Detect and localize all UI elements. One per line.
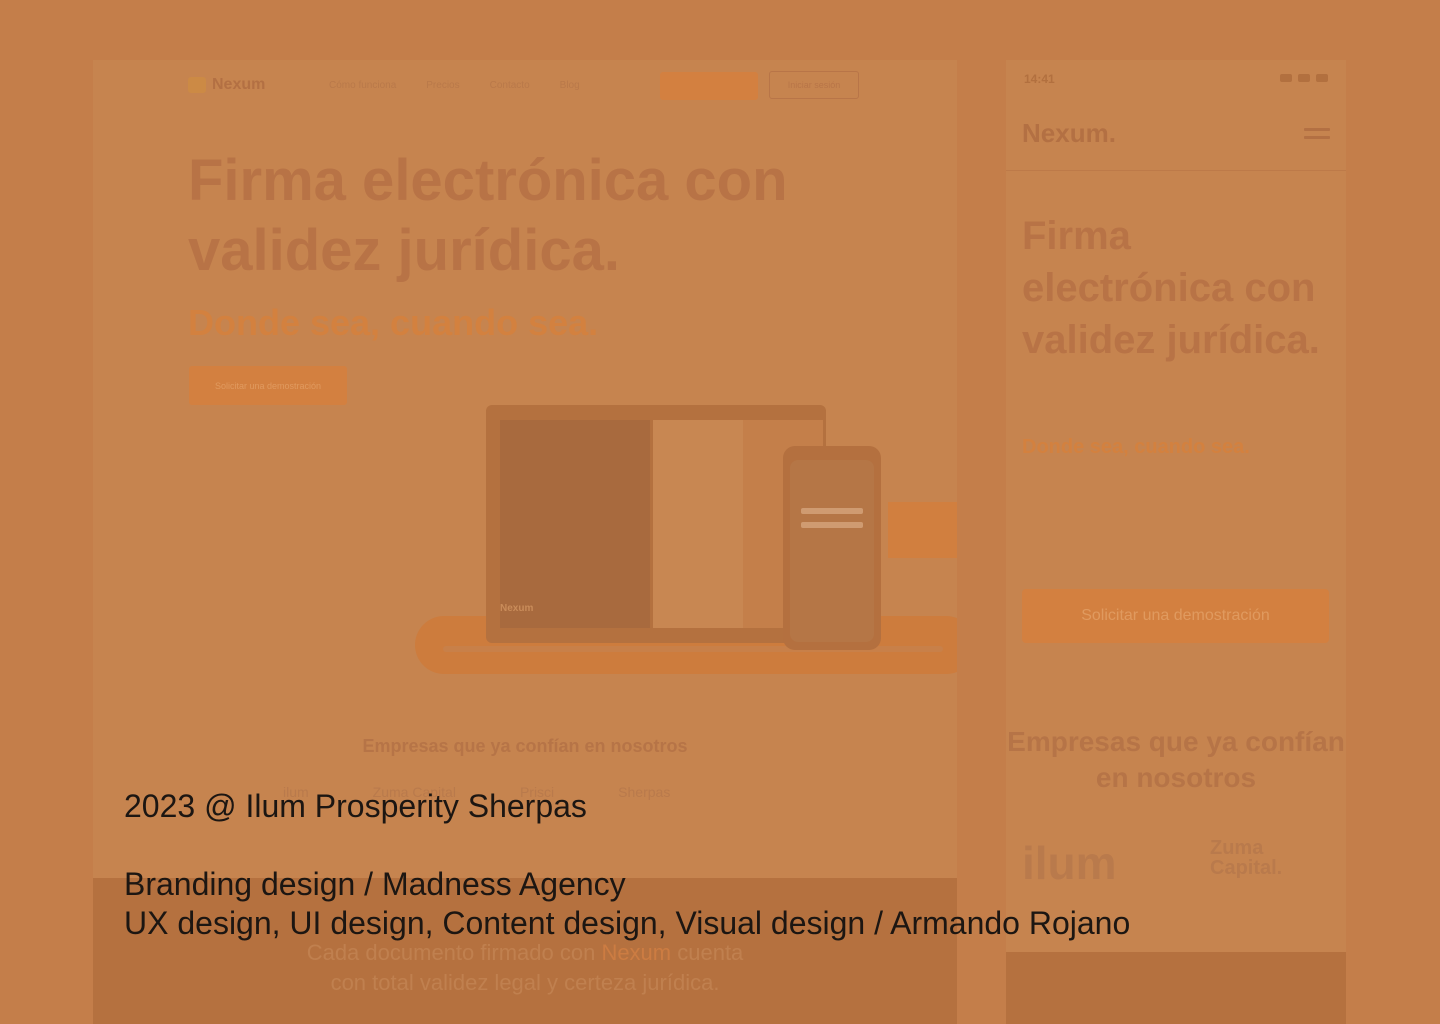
laptop-logo: Nexum <box>500 603 534 614</box>
login-button[interactable]: Iniciar sesión <box>769 71 859 99</box>
phone-input-1 <box>801 508 863 514</box>
credits-year-line: 2023 @ Ilum Prosperity Sherpas <box>124 788 587 824</box>
wifi-icon <box>1298 74 1310 82</box>
signal-icon <box>1280 74 1292 82</box>
mobile-logo[interactable]: Nexum. <box>1022 118 1116 149</box>
credits-ux: UX design, UI design, Content design, Vi… <box>124 905 1130 942</box>
mobile-hero-headline: Firma electrónica con validez jurídica. <box>1022 214 1320 362</box>
trust-heading: Empresas que ya confían en nosotros <box>362 736 688 756</box>
nav-item-como-funciona[interactable]: Cómo funciona <box>329 80 396 91</box>
desktop-logo[interactable]: Nexum <box>188 76 265 94</box>
footer-line1-pre: Cada documento firmado con <box>306 940 602 965</box>
nav-item-blog[interactable]: Blog <box>560 80 580 91</box>
header-primary-button[interactable] <box>660 72 758 100</box>
nexum-logo-icon <box>188 77 206 93</box>
header-divider <box>1006 170 1346 171</box>
hero-accent-band <box>888 502 957 558</box>
credits-branding-value: Madness Agency <box>381 866 626 902</box>
mobile-trust-heading: Empresas que ya confían en nosotros <box>1007 726 1345 793</box>
phone-input-2 <box>801 522 863 528</box>
credits-ux-value: Armando Rojano <box>890 905 1131 941</box>
credits-ux-label: UX design, UI design, Content design, Vi… <box>124 905 891 941</box>
status-icons <box>1280 74 1328 82</box>
laptop-photo <box>500 420 650 628</box>
footer-statement-line2: con total validez legal y certeza jurídi… <box>330 970 720 995</box>
hero-headline: Firma electrónica con validez jurídica. <box>188 148 788 283</box>
demo-cta-button[interactable]: Solicitar una demostración <box>189 366 347 405</box>
footer-statement-line1: Cada documento firmado con Nexum cuenta <box>93 940 957 966</box>
hero-tagline: Donde sea, cuando sea. <box>188 302 599 343</box>
mobile-mockup: 14:41 Nexum. Firma electrónica con valid… <box>1006 60 1346 1024</box>
mobile-footer-band <box>1006 952 1346 1024</box>
partner-logo: Sherpas <box>618 784 671 800</box>
status-time: 14:41 <box>1024 72 1055 86</box>
mobile-hero-tagline: Donde sea, cuando sea. <box>1022 436 1250 458</box>
phone-screen <box>790 460 874 642</box>
partner-logo-zuma: Zuma Capital. <box>1210 837 1283 879</box>
desktop-nav: Cómo funciona Precios Contacto Blog <box>329 80 580 91</box>
nav-item-contacto[interactable]: Contacto <box>490 80 530 91</box>
footer-line1-brand: Nexum <box>601 940 672 965</box>
nav-item-precios[interactable]: Precios <box>426 80 459 91</box>
desktop-logo-text: Nexum <box>212 76 266 93</box>
partner-logo-ilum: ilum <box>1022 837 1117 889</box>
mobile-demo-cta-button[interactable]: Solicitar una demostración <box>1022 589 1329 643</box>
footer-line1-post: cuenta <box>671 940 744 965</box>
credits-branding-label: Branding design / <box>124 866 382 902</box>
battery-icon <box>1316 74 1328 82</box>
hamburger-menu-icon[interactable] <box>1304 128 1330 144</box>
credits-branding: Branding design / Madness Agency <box>124 866 626 903</box>
